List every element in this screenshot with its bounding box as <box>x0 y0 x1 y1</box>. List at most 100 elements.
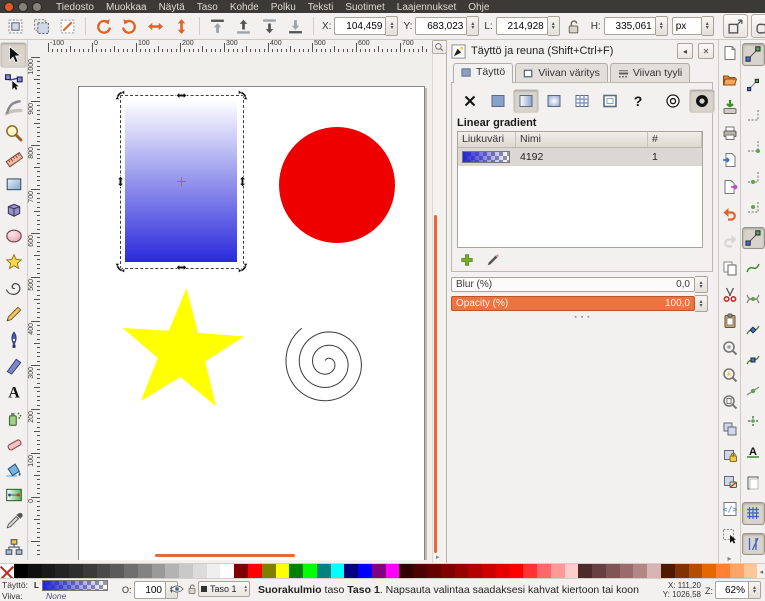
h-input[interactable] <box>605 21 655 32</box>
dock-undock-icon[interactable]: ◂ <box>677 43 693 59</box>
palette-swatch[interactable] <box>702 564 716 579</box>
selection-handle-ne[interactable] <box>237 90 248 101</box>
duplicate-button[interactable] <box>719 418 741 440</box>
raise-to-top-button[interactable] <box>205 14 230 38</box>
edit-gradient-button[interactable] <box>483 251 503 268</box>
palette-swatch[interactable] <box>633 564 647 579</box>
sticky-zoom-toggle[interactable] <box>432 40 447 54</box>
selection-handle-e[interactable] <box>237 176 248 187</box>
menu-tiedosto[interactable]: Tiedosto <box>50 2 100 13</box>
palette-swatch[interactable] <box>289 564 303 579</box>
fill-swatch[interactable] <box>42 580 108 591</box>
snap-nodes-toggle[interactable] <box>742 227 765 250</box>
palette-swatch[interactable] <box>744 564 758 579</box>
palette-swatch[interactable] <box>510 564 524 579</box>
tool-tweak[interactable] <box>0 94 27 120</box>
fill-type-radial-gradient[interactable] <box>541 89 567 113</box>
horizontal-scrollbar-thumb[interactable] <box>155 554 295 557</box>
palette-swatch[interactable] <box>468 564 482 579</box>
menu-kohde[interactable]: Kohde <box>224 2 265 13</box>
tool-selector[interactable] <box>0 42 27 68</box>
palette-swatch[interactable] <box>358 564 372 579</box>
col-gradient[interactable]: Liukuväri <box>458 132 516 147</box>
menu-polku[interactable]: Polku <box>265 2 302 13</box>
selection-handle-nw[interactable] <box>115 90 126 101</box>
copy-button[interactable] <box>719 257 741 279</box>
tool-ellipse[interactable] <box>0 223 27 249</box>
opacity-input[interactable] <box>135 585 165 596</box>
export-document-button[interactable] <box>719 176 741 198</box>
create-clone-button[interactable] <box>719 445 741 467</box>
snap-cusp-nodes-toggle[interactable] <box>742 318 765 341</box>
import-document-button[interactable] <box>719 149 741 171</box>
palette-swatch[interactable] <box>331 564 345 579</box>
palette-swatch[interactable] <box>661 564 675 579</box>
palette-swatch[interactable] <box>523 564 537 579</box>
col-name[interactable]: Nimi <box>516 132 648 147</box>
layer-visibility-icon[interactable] <box>170 583 185 596</box>
selection-handle-sw[interactable] <box>115 262 126 273</box>
l-input[interactable] <box>497 21 547 32</box>
fill-type-unknown[interactable]: ? <box>625 89 651 113</box>
fill-rule-evenodd-button[interactable] <box>660 89 686 113</box>
selection-handle-s[interactable] <box>176 262 187 273</box>
palette-swatch[interactable] <box>165 564 179 579</box>
raise-button[interactable] <box>231 14 256 38</box>
tool-zoom[interactable] <box>0 120 27 146</box>
tool-calligraphy[interactable] <box>0 353 27 379</box>
unit-spinner[interactable]: ▴▾ <box>702 16 714 36</box>
palette-swatch[interactable] <box>152 564 166 579</box>
palette-swatch[interactable] <box>551 564 565 579</box>
palette-swatch[interactable] <box>372 564 386 579</box>
selection-handle-n[interactable] <box>176 90 187 101</box>
palette-swatch[interactable] <box>124 564 138 579</box>
menu-taso[interactable]: Taso <box>191 2 224 13</box>
tool-spray[interactable] <box>0 405 27 431</box>
snap-enable-toggle[interactable] <box>742 43 765 66</box>
unit-value[interactable] <box>673 21 701 32</box>
palette-swatch[interactable] <box>55 564 69 579</box>
snap-grids-toggle[interactable] <box>742 502 765 525</box>
tab-viivan-tyyli[interactable]: Viivan tyyli <box>610 63 690 83</box>
x-input[interactable] <box>335 21 385 32</box>
tool-eraser[interactable] <box>0 431 27 457</box>
dialog-close-icon[interactable]: ✕ <box>698 43 714 59</box>
lower-button[interactable] <box>257 14 282 38</box>
style-indicator[interactable]: Täyttö: L Viiva: None <box>2 579 118 601</box>
snap-path-intersections-toggle[interactable] <box>742 288 765 311</box>
palette-swatch[interactable] <box>344 564 358 579</box>
vertical-scrollbar-thumb[interactable] <box>434 215 437 553</box>
unit-combo[interactable]: ▴▾ <box>672 16 714 36</box>
scrollbar-arrow-icon[interactable]: ▸ <box>436 553 440 561</box>
selection-handle-se[interactable] <box>237 262 248 273</box>
palette-swatch-none[interactable] <box>0 564 14 579</box>
rotate-ccw-button[interactable] <box>91 14 116 38</box>
window-maximize-icon[interactable] <box>32 2 42 12</box>
zoom-field[interactable]: ▴▾ <box>715 581 761 599</box>
palette-swatch[interactable] <box>441 564 455 579</box>
select-all-layers-button[interactable] <box>29 14 54 38</box>
gradient-row[interactable]: 4192 1 <box>458 148 702 166</box>
palette-swatch[interactable] <box>537 564 551 579</box>
palette-swatch[interactable] <box>83 564 97 579</box>
rotate-cw-button[interactable] <box>117 14 142 38</box>
palette-swatch[interactable] <box>207 564 221 579</box>
lower-to-bottom-button[interactable] <box>283 14 308 38</box>
palette-swatch[interactable] <box>606 564 620 579</box>
palette-swatch[interactable] <box>578 564 592 579</box>
menu-laajennukset[interactable]: Laajennukset <box>391 2 463 13</box>
palette-swatch[interactable] <box>110 564 124 579</box>
tool-box-3d[interactable] <box>0 197 27 223</box>
palette-swatch[interactable] <box>730 564 744 579</box>
snap-bbox-centers-toggle[interactable] <box>742 196 765 219</box>
palette-swatch[interactable] <box>97 564 111 579</box>
spinner[interactable]: ▴▾ <box>467 16 479 36</box>
shape-red-circle[interactable] <box>279 127 395 243</box>
palette-swatch[interactable] <box>620 564 634 579</box>
tool-rectangle[interactable] <box>0 172 27 198</box>
spinner[interactable]: ▴▾ <box>656 16 668 36</box>
opacity-spinner[interactable]: ▴▾ <box>695 295 708 312</box>
window-close-icon[interactable] <box>4 2 14 12</box>
xml-editor-button[interactable]: </> <box>719 498 741 520</box>
palette-swatch[interactable] <box>496 564 510 579</box>
